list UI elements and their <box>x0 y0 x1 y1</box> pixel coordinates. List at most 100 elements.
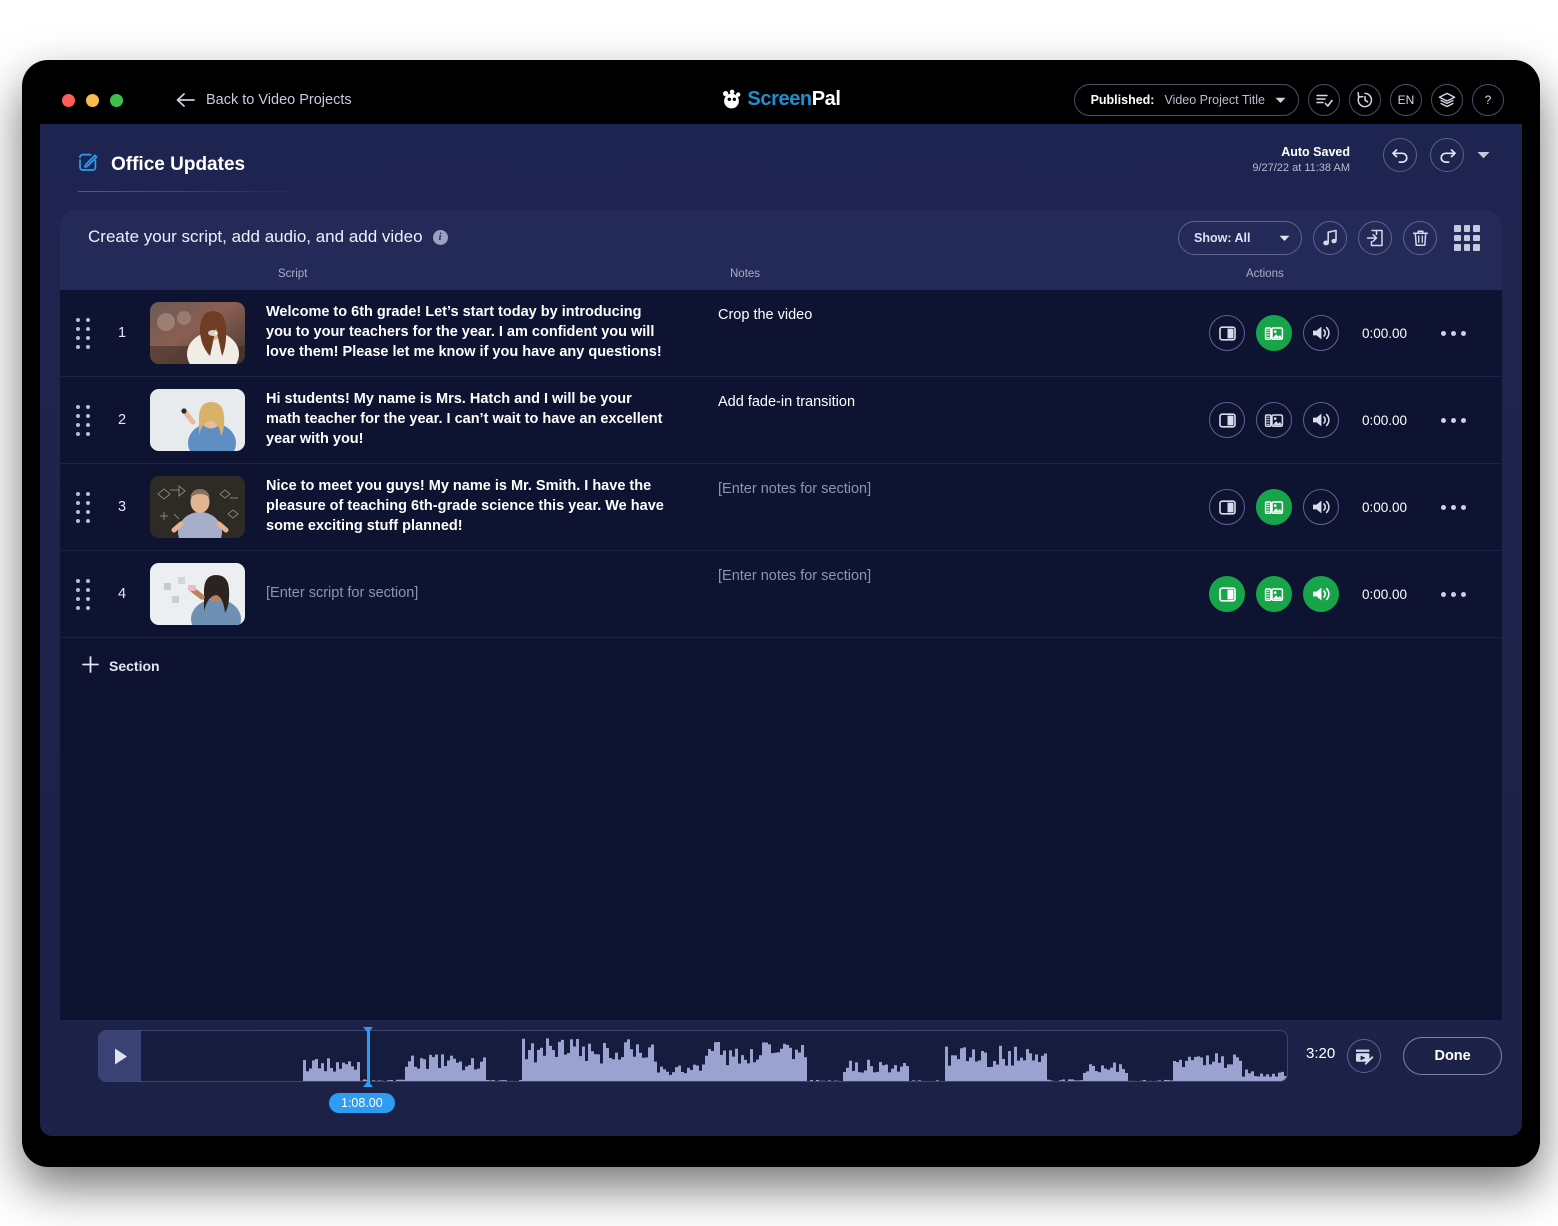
media-button[interactable] <box>1256 402 1292 438</box>
info-icon[interactable]: i <box>432 229 448 245</box>
show-filter-dropdown[interactable]: Show: All <box>1178 221 1302 255</box>
section-thumbnail[interactable] <box>150 476 245 538</box>
section-duration: 0:00.00 <box>1362 412 1408 428</box>
grid-cell <box>1463 244 1471 251</box>
project-header: Office Updates Auto Saved 9/27/22 at 11:… <box>40 124 1522 212</box>
done-button[interactable]: Done <box>1403 1037 1502 1075</box>
waveform[interactable] <box>141 1031 1287 1081</box>
drag-handle-icon[interactable] <box>60 491 106 523</box>
more-options-icon[interactable] <box>1441 504 1466 510</box>
section-thumbnail[interactable] <box>150 389 245 451</box>
checklist-button[interactable] <box>1308 84 1340 116</box>
maximize-window-icon[interactable] <box>110 93 123 107</box>
section-thumbnail[interactable] <box>150 563 245 625</box>
script-section-list: 1 Welcome to 6th grade! Let’s start toda… <box>60 290 1502 1020</box>
help-label: ? <box>1484 93 1492 107</box>
audio-button[interactable] <box>1303 576 1339 612</box>
section-duration: 0:00.00 <box>1362 499 1408 515</box>
more-options-icon[interactable] <box>1441 330 1466 336</box>
row-number: 2 <box>117 412 127 428</box>
show-filter-label: Show: All <box>1194 231 1251 245</box>
device-screen: Back to Video Projects ScreenPal Publish… <box>40 76 1522 1136</box>
project-title-group[interactable]: Office Updates <box>78 152 245 177</box>
row-actions: 0:00.00 <box>1209 315 1466 351</box>
panel-heading: Create your script, add audio, and add v… <box>88 227 423 246</box>
script-text[interactable]: [Enter script for section] <box>266 584 666 604</box>
text-overlay-button[interactable] <box>1209 402 1245 438</box>
plus-icon <box>82 656 99 676</box>
help-button[interactable]: ? <box>1472 84 1504 116</box>
publish-label: Published: <box>1090 93 1155 107</box>
table-column-headers: Script Notes Actions <box>60 268 1502 290</box>
script-text[interactable]: Hi students! My name is Mrs. Hatch and I… <box>266 390 666 449</box>
media-button[interactable] <box>1256 315 1292 351</box>
script-editor-panel: Create your script, add audio, and add v… <box>60 210 1502 1020</box>
language-button[interactable]: EN <box>1390 84 1422 116</box>
close-window-icon[interactable] <box>62 93 75 107</box>
autosave-status: Auto Saved 9/27/22 at 11:38 AM <box>1252 144 1350 176</box>
more-options-icon[interactable] <box>1441 417 1466 423</box>
publish-status-dropdown[interactable]: Published: Video Project Title <box>1073 84 1299 116</box>
add-music-button[interactable] <box>1313 221 1347 255</box>
layers-button[interactable] <box>1431 84 1463 116</box>
play-button[interactable] <box>99 1031 141 1081</box>
section-thumbnail[interactable] <box>150 302 245 364</box>
title-underline <box>78 191 310 192</box>
drag-handle-icon[interactable] <box>60 317 106 349</box>
timeline-bar: 1:08.00 3:20 Done <box>60 1022 1502 1134</box>
section-duration: 0:00.00 <box>1362 325 1408 341</box>
edit-square-icon <box>78 152 98 177</box>
minimize-window-icon[interactable] <box>86 93 99 107</box>
undo-button[interactable] <box>1383 138 1417 172</box>
table-row[interactable]: 3 Nice to meet you guys! My name is Mr. … <box>60 464 1502 551</box>
header-actions: Published: Video Project Title EN ? <box>1073 84 1504 116</box>
add-section-label: Section <box>109 658 160 674</box>
history-dropdown-caret-icon[interactable] <box>1477 146 1490 164</box>
publish-value: Video Project Title <box>1164 93 1265 107</box>
device-frame: Back to Video Projects ScreenPal Publish… <box>22 60 1540 1165</box>
playhead-time-label[interactable]: 1:08.00 <box>329 1093 395 1113</box>
media-button[interactable] <box>1256 576 1292 612</box>
script-text[interactable]: Nice to meet you guys! My name is Mr. Sm… <box>266 477 666 536</box>
autosave-timestamp: 9/27/22 at 11:38 AM <box>1252 161 1350 174</box>
audio-button[interactable] <box>1303 489 1339 525</box>
notes-text[interactable]: [Enter notes for section] <box>718 480 1198 500</box>
undo-redo-group <box>1383 138 1490 172</box>
table-row[interactable]: 1 Welcome to 6th grade! Let’s start toda… <box>60 290 1502 377</box>
arrow-left-icon <box>175 92 195 108</box>
page-title: Office Updates <box>111 153 246 175</box>
text-overlay-button[interactable] <box>1209 576 1245 612</box>
script-text[interactable]: Welcome to 6th grade! Let’s start today … <box>266 303 666 362</box>
drag-handle-icon[interactable] <box>60 578 106 610</box>
redo-button[interactable] <box>1430 138 1464 172</box>
import-script-button[interactable] <box>1358 221 1392 255</box>
notes-text[interactable]: [Enter notes for section] <box>718 567 1198 587</box>
table-row[interactable]: 4 [Enter script for section] [Enter note… <box>60 551 1502 638</box>
delete-button[interactable] <box>1403 221 1437 255</box>
notes-text[interactable]: Crop the video <box>718 306 1198 326</box>
text-overlay-button[interactable] <box>1209 489 1245 525</box>
row-actions: 0:00.00 <box>1209 489 1466 525</box>
back-to-video-projects-link[interactable]: Back to Video Projects <box>175 92 352 108</box>
more-options-icon[interactable] <box>1441 591 1466 597</box>
window-titlebar: Back to Video Projects ScreenPal Publish… <box>40 76 1522 124</box>
grid-cell <box>1473 244 1480 251</box>
drag-handle-icon[interactable] <box>60 404 106 436</box>
audio-button[interactable] <box>1303 402 1339 438</box>
text-overlay-button[interactable] <box>1209 315 1245 351</box>
preview-video-button[interactable] <box>1347 1039 1382 1073</box>
notes-text[interactable]: Add fade-in transition <box>718 393 1198 413</box>
grid-view-button[interactable] <box>1454 225 1480 251</box>
media-button[interactable] <box>1256 489 1292 525</box>
audio-timeline[interactable]: 1:08.00 <box>98 1027 1288 1113</box>
grid-cell <box>1463 225 1471 232</box>
add-section-button[interactable]: Section <box>60 638 260 694</box>
panel-header: Create your script, add audio, and add v… <box>60 210 1502 268</box>
panel-toolbar: Show: All <box>1178 221 1480 255</box>
table-row[interactable]: 2 Hi students! My name is Mrs. Hatch and… <box>60 377 1502 464</box>
window-traffic-lights <box>62 93 123 107</box>
row-number: 3 <box>117 499 127 515</box>
version-history-button[interactable] <box>1349 84 1381 116</box>
audio-button[interactable] <box>1303 315 1339 351</box>
grid-cell <box>1454 225 1461 232</box>
